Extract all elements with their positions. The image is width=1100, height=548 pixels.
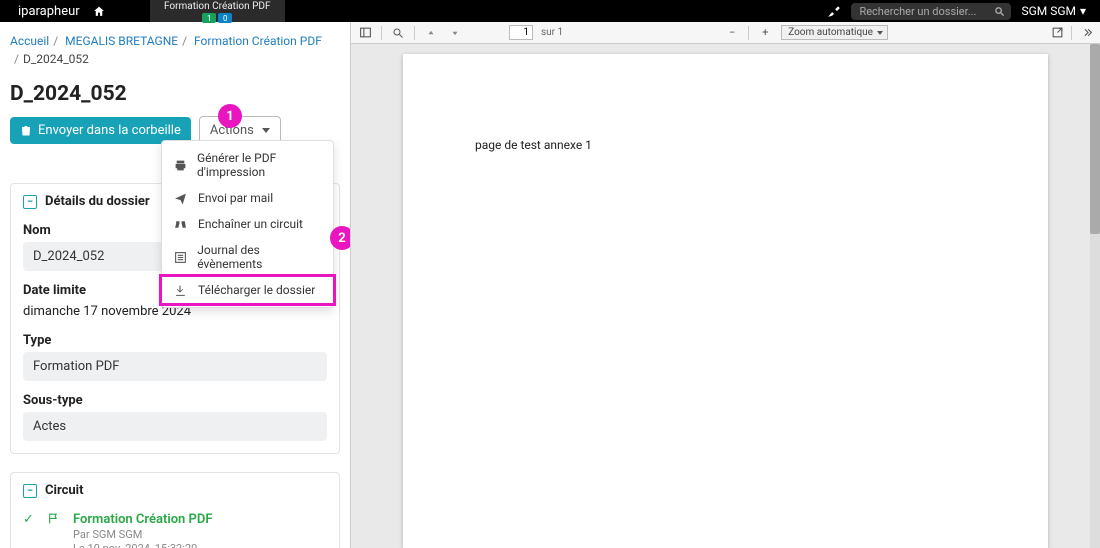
circuit-header: Circuit <box>45 483 83 498</box>
zoom-in-icon[interactable]: + <box>757 25 773 41</box>
search-placeholder: Rechercher un dossier... <box>859 5 976 18</box>
annotation-1: 1 <box>218 104 242 128</box>
flag-icon <box>47 512 63 548</box>
page-number-input[interactable] <box>509 25 533 40</box>
search-icon <box>994 6 1005 17</box>
viewer-scrollbar[interactable] <box>1090 44 1100 548</box>
send-icon <box>174 192 188 205</box>
crumb-accueil[interactable]: Accueil <box>10 34 49 48</box>
pdf-page-text: page de test annexe 1 <box>475 138 592 152</box>
sidebar-toggle-icon[interactable] <box>357 25 373 41</box>
details-header: Détails du dossier <box>45 194 150 209</box>
more-icon[interactable] <box>1078 25 1094 41</box>
pdf-viewer: sur 1 − + Zoom automatique page de test … <box>350 22 1100 548</box>
list-icon <box>174 251 187 264</box>
collapse-icon[interactable]: − <box>23 484 37 498</box>
brand: iparapheur <box>18 4 80 19</box>
scrollbar-thumb[interactable] <box>1090 44 1100 234</box>
open-external-icon[interactable] <box>1049 25 1065 41</box>
topbar: iparapheur Formation Création PDF 1 0 Re… <box>0 0 1100 22</box>
pdf-page: page de test annexe 1 <box>403 54 1048 548</box>
settings-icon[interactable] <box>827 4 841 18</box>
crumb-megalis[interactable]: MEGALIS BRETAGNE <box>65 34 178 48</box>
annotation-2: 2 <box>330 226 350 250</box>
subtype-label: Sous-type <box>23 393 327 408</box>
actions-dropdown: Générer le PDF d'impression Envoi par ma… <box>161 140 334 308</box>
left-pane: Accueil/ MEGALIS BRETAGNE/ Formation Cré… <box>0 22 350 548</box>
subtype-value: Actes <box>23 412 327 441</box>
crumb-formation[interactable]: Formation Création PDF <box>194 34 322 48</box>
zoom-select[interactable]: Zoom automatique <box>781 25 888 40</box>
home-icon[interactable] <box>92 5 106 18</box>
circuit-card: − Circuit ✓ Formation Création PDF Par S… <box>10 472 340 548</box>
viewer-toolbar: sur 1 − + Zoom automatique <box>351 22 1100 44</box>
crumb-current: D_2024_052 <box>23 52 89 66</box>
chevron-down-icon <box>262 128 270 133</box>
circuit-step: ✓ Formation Création PDF Par SGM SGM Le … <box>11 506 339 548</box>
next-page-icon[interactable] <box>447 25 463 41</box>
chevron-down-icon: ▾ <box>1080 4 1086 18</box>
menu-generate-pdf[interactable]: Générer le PDF d'impression <box>162 145 333 185</box>
breadcrumb: Accueil/ MEGALIS BRETAGNE/ Formation Cré… <box>10 32 340 68</box>
menu-send-mail[interactable]: Envoi par mail <box>162 185 333 211</box>
binoculars-icon <box>174 218 188 231</box>
type-value: Formation PDF <box>23 352 327 381</box>
user-menu[interactable]: SGM SGM ▾ <box>1021 4 1086 18</box>
type-label: Type <box>23 333 327 348</box>
menu-download-dossier[interactable]: Télécharger le dossier <box>159 274 336 306</box>
zoom-out-icon[interactable]: − <box>724 25 740 41</box>
download-icon <box>174 284 188 297</box>
print-icon <box>174 159 187 172</box>
menu-chain-circuit[interactable]: Enchaîner un circuit <box>162 211 333 237</box>
prev-page-icon[interactable] <box>423 25 439 41</box>
find-icon[interactable] <box>390 25 406 41</box>
menu-journal[interactable]: Journal des évènements <box>162 237 333 277</box>
page-count: sur 1 <box>541 27 563 38</box>
page-title: D_2024_052 <box>10 82 340 106</box>
check-icon: ✓ <box>23 512 37 548</box>
trash-icon <box>20 124 32 137</box>
collapse-icon[interactable]: − <box>23 195 37 209</box>
active-tab[interactable]: Formation Création PDF 1 0 <box>150 0 285 22</box>
tab-title: Formation Création PDF <box>164 1 271 12</box>
search-input[interactable]: Rechercher un dossier... <box>851 3 1011 20</box>
